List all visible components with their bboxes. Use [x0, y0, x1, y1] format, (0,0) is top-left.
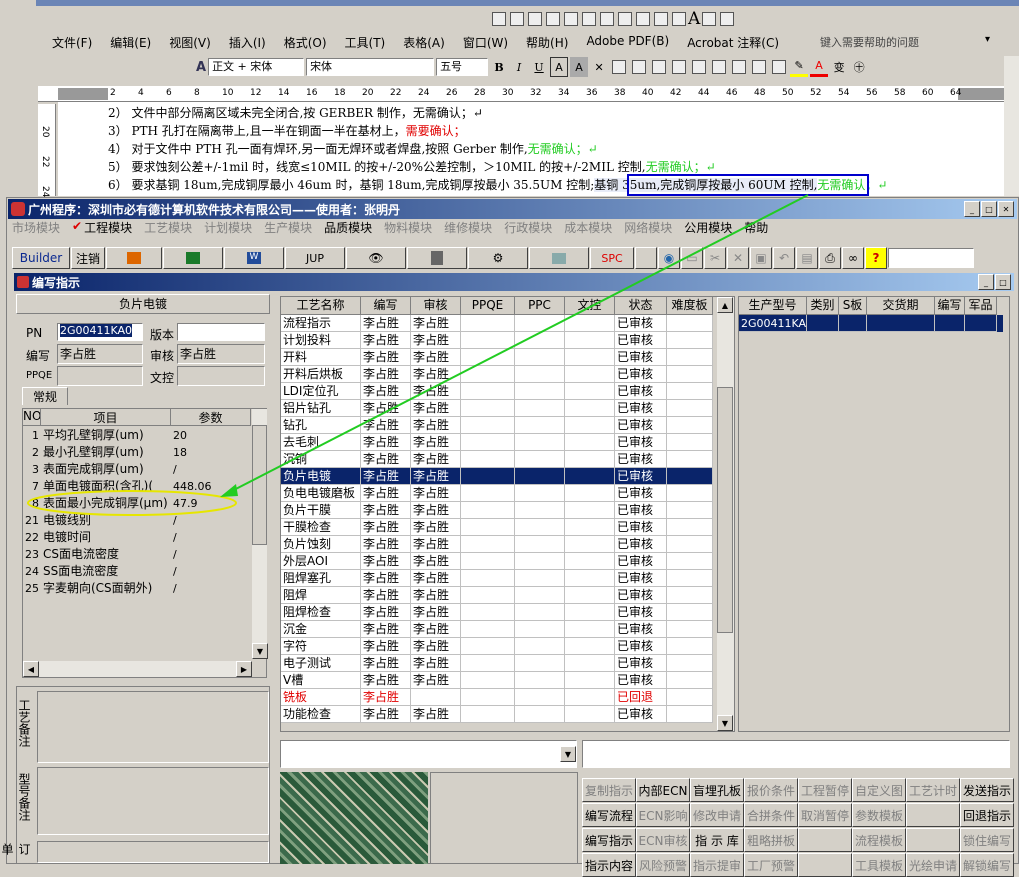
- annotation-arrow: [225, 194, 809, 495]
- annotation-overlay: [27, 174, 869, 516]
- annotation-arrowhead: [220, 484, 238, 497]
- annotation-box: [627, 174, 869, 196]
- annotation-ellipse: [27, 490, 237, 516]
